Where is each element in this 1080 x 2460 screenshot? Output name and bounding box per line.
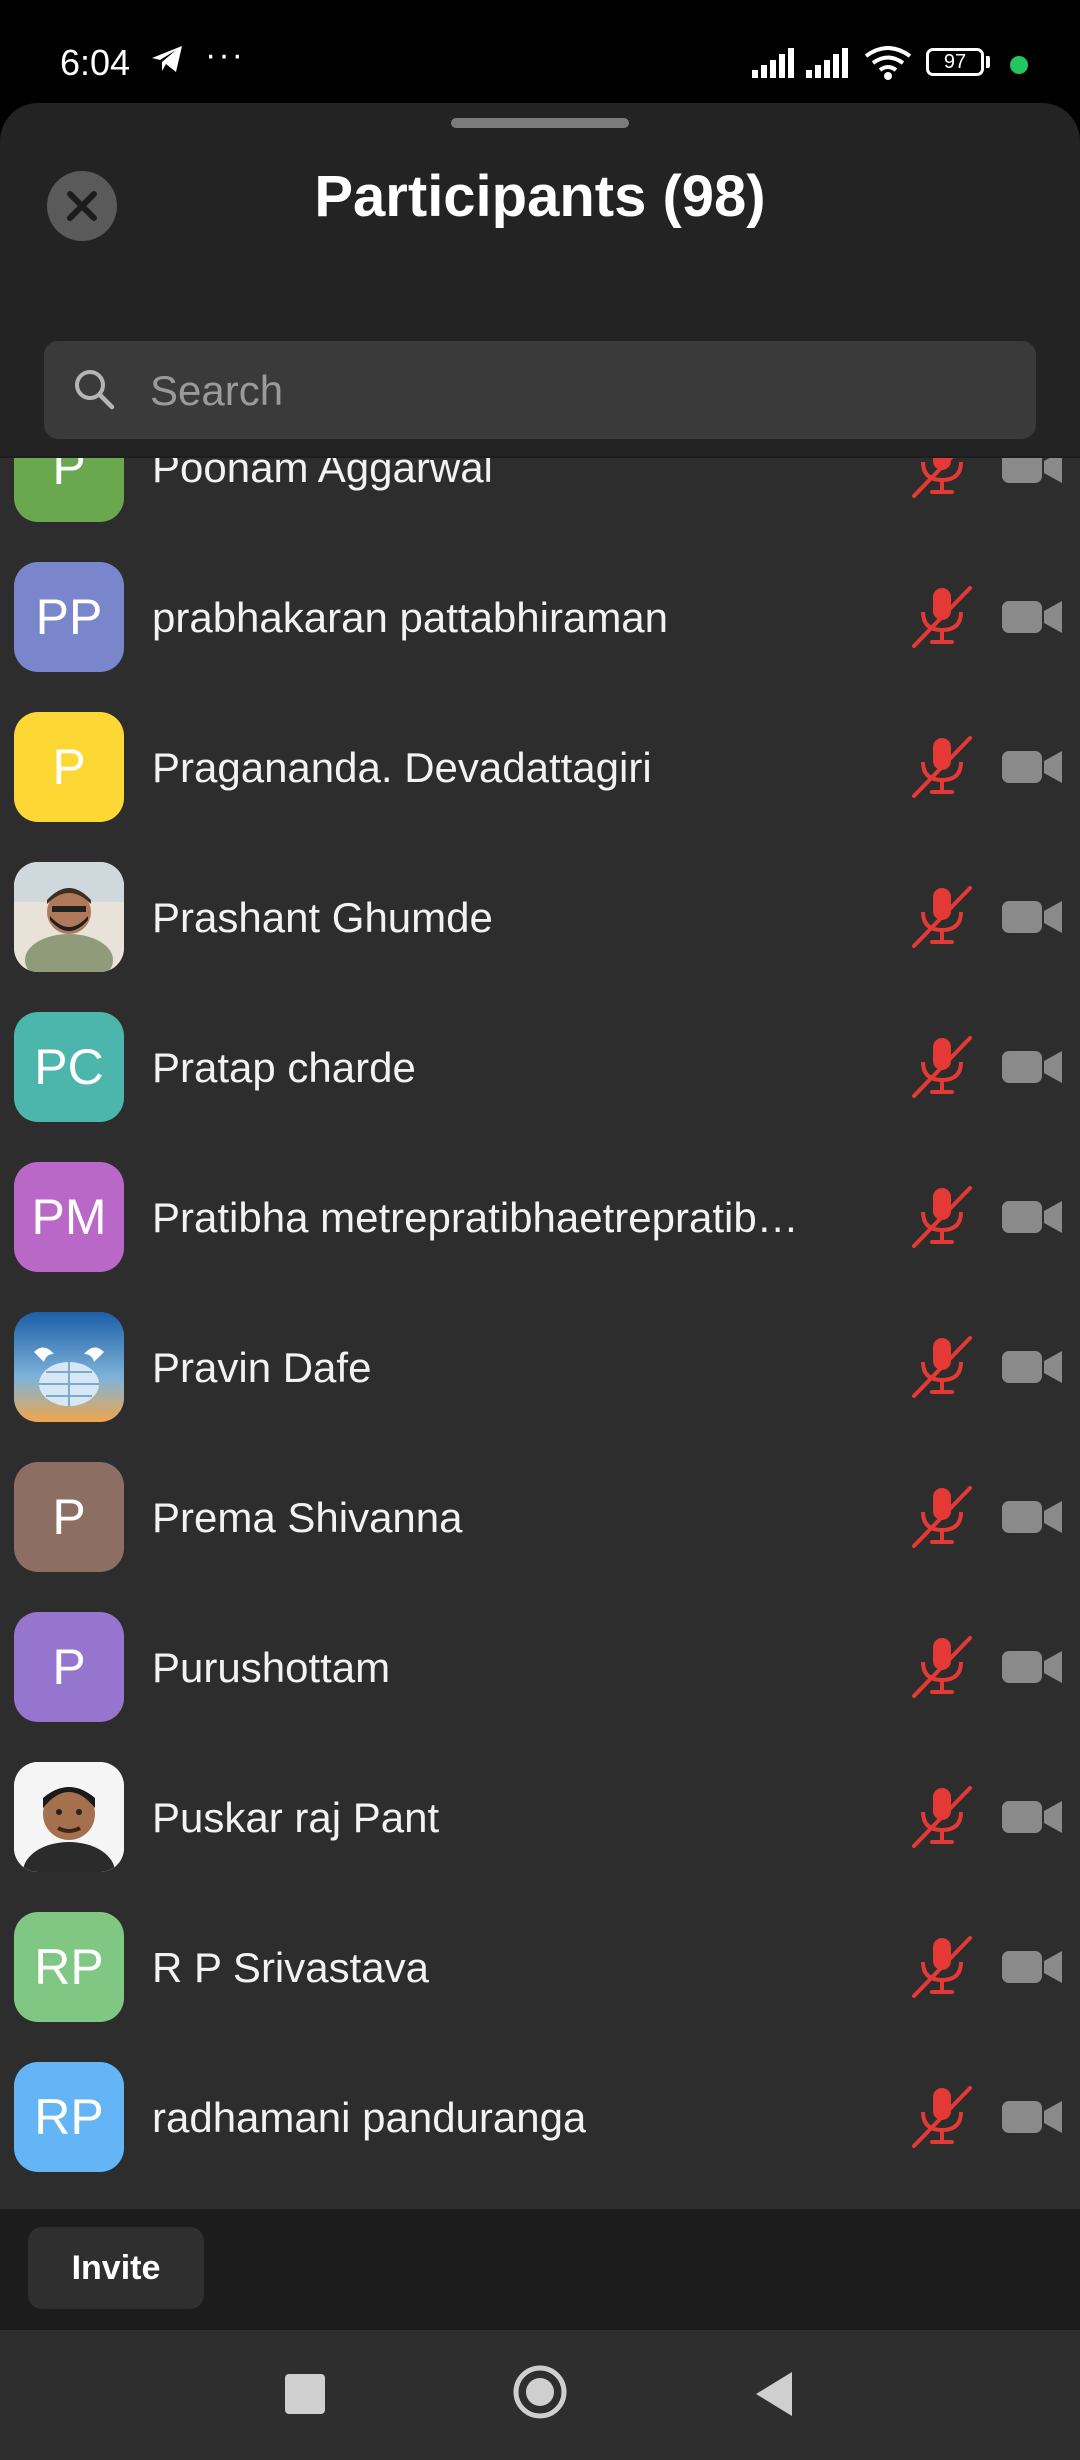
mic-off-icon[interactable] [910,1334,974,1405]
mic-off-icon[interactable] [910,734,974,805]
battery-cap [986,56,990,68]
avatar-initials: RP [34,1939,104,1995]
participant-name: radhamani panduranga [152,2094,587,2141]
back-button[interactable] [752,2370,796,2418]
mic-off-icon[interactable] [910,884,974,955]
participant-row[interactable]: P Prema Shivanna [0,1442,1080,1592]
signal-icon-2 [806,48,852,83]
telegram-icon [150,44,184,79]
video-off-icon[interactable] [1000,1947,1064,1992]
avatar: PC [14,1012,124,1122]
video-off-icon[interactable] [1000,1797,1064,1842]
video-off-icon[interactable] [1000,1197,1064,1242]
participant-name: Prashant Ghumde [152,894,493,941]
participant-name: Poonam Aggarwal [152,458,493,491]
battery-icon: 97 [926,48,984,76]
avatar-initials: PP [35,589,103,645]
mic-off-icon[interactable] [910,2084,974,2155]
video-off-icon[interactable] [1000,1047,1064,1092]
participant-row[interactable]: Pravin Dafe [0,1292,1080,1442]
drag-handle[interactable] [451,118,629,128]
recents-button[interactable] [285,2374,325,2414]
participant-row[interactable]: P Purushottam [0,1592,1080,1742]
mic-off-icon[interactable] [910,1634,974,1705]
participant-name: Prema Shivanna [152,1494,463,1541]
participant-name: Pragananda. Devadattagiri [152,744,652,791]
participant-name: R P Srivastava [152,1944,429,1991]
participant-row[interactable]: PP prabhakaran pattabhiraman [0,542,1080,692]
participant-name: Puskar raj Pant [152,1794,440,1841]
participant-name: Pravin Dafe [152,1344,372,1391]
avatar-initials: RP [34,2089,104,2145]
avatar-initials: P [52,1639,86,1695]
video-off-icon[interactable] [1000,1647,1064,1692]
wifi-icon [864,46,912,85]
video-off-icon[interactable] [1000,747,1064,792]
video-off-icon[interactable] [1000,2097,1064,2142]
avatar-initials: PC [34,1039,104,1095]
mic-off-icon[interactable] [910,1034,974,1105]
invite-button[interactable]: Invite [28,2227,204,2309]
avatar [14,862,124,972]
avatar: PM [14,1162,124,1272]
mic-off-icon[interactable] [910,1484,974,1555]
mic-off-icon[interactable] [910,584,974,655]
page-title: Participants (98) [314,164,766,229]
participant-row[interactable]: Puskar raj Pant [0,1742,1080,1892]
participant-name: prabhakaran pattabhiraman [152,594,669,641]
avatar [14,1312,124,1422]
mic-off-icon[interactable] [910,1784,974,1855]
search-icon [72,367,116,416]
participant-row[interactable]: P Pragananda. Devadattagiri [0,692,1080,842]
avatar-initials: P [52,458,86,495]
participant-row[interactable]: PM Pratibha metrepratibhaetrepratib… [0,1142,1080,1292]
participant-row[interactable]: PC Pratap charde [0,992,1080,1142]
video-off-icon[interactable] [1000,1497,1064,1542]
avatar: RP [14,2062,124,2172]
participant-list[interactable]: P Poonam Aggarwal PP prabhakaran pattabhira… [0,458,1080,2312]
mic-off-icon[interactable] [910,1184,974,1255]
more-notifications-icon: ··· [205,36,245,74]
participant-name: Purushottam [152,1644,391,1691]
search-bar[interactable] [44,341,1036,441]
avatar [14,1762,124,1872]
search-input[interactable] [148,341,1012,441]
avatar: P [14,458,124,522]
system-nav-bar [0,2330,1080,2460]
participant-name: Pratap charde [152,1044,416,1091]
video-off-icon[interactable] [1000,1347,1064,1392]
video-off-icon[interactable] [1000,597,1064,642]
video-off-icon[interactable] [1000,897,1064,942]
bottom-bar: Invite [0,2209,1080,2330]
participant-row[interactable]: RP radhamani panduranga [0,2042,1080,2192]
home-button[interactable] [512,2364,568,2420]
avatar: P [14,1612,124,1722]
avatar-initials: P [52,1489,86,1545]
signal-icon [752,48,798,83]
avatar: P [14,1462,124,1572]
participant-row[interactable]: RP R P Srivastava [0,1892,1080,2042]
participants-sheet: Participants (98) PPoonam AggarwalPPprab… [0,103,1080,2330]
status-bar: 6:04 ··· 97 [0,0,1080,105]
avatar: RP [14,1912,124,2022]
mic-off-icon[interactable] [910,1934,974,2005]
mic-off-icon[interactable] [910,458,974,505]
avatar: PP [14,562,124,672]
avatar: P [14,712,124,822]
participant-name: Pratibha metrepratibhaetrepratib… [152,1194,799,1241]
privacy-indicator-dot [1010,56,1028,74]
participant-row[interactable]: Prashant Ghumde [0,842,1080,992]
participant-row[interactable]: P Poonam Aggarwal [0,458,1080,542]
status-time: 6:04 [60,42,131,83]
video-off-icon[interactable] [1000,458,1064,492]
avatar-initials: PM [31,1189,107,1245]
avatar-initials: P [52,739,86,795]
